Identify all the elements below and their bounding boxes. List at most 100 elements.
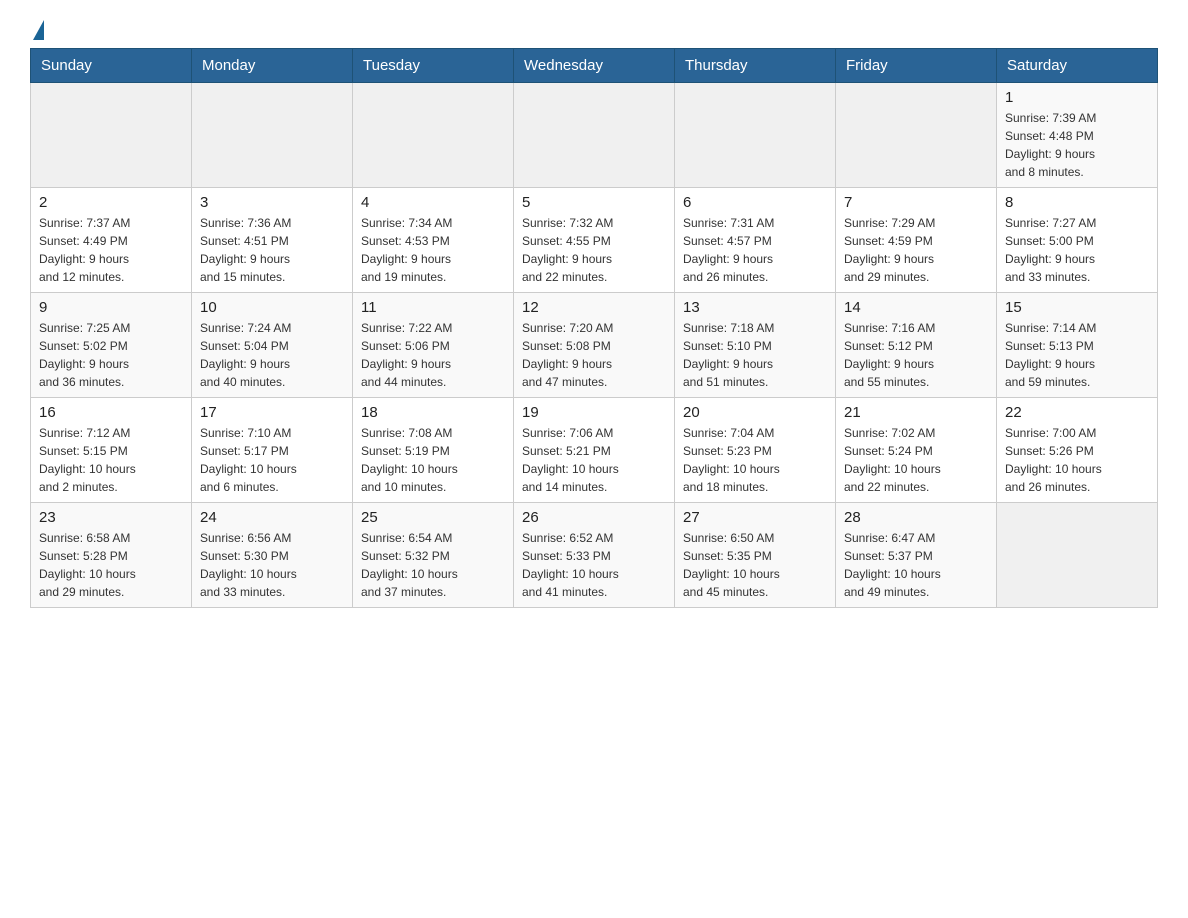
day-number: 24	[200, 509, 344, 526]
day-number: 21	[844, 404, 988, 421]
day-number: 17	[200, 404, 344, 421]
day-number: 26	[522, 509, 666, 526]
day-number: 13	[683, 299, 827, 316]
day-info: Sunrise: 7:27 AM Sunset: 5:00 PM Dayligh…	[1005, 214, 1149, 286]
calendar-cell: 18 Sunrise: 7:08 AM Sunset: 5:19 PM Dayli…	[353, 398, 514, 503]
day-number: 23	[39, 509, 183, 526]
weekday-header-saturday: Saturday	[997, 49, 1158, 83]
calendar-cell: 23 Sunrise: 6:58 AM Sunset: 5:28 PM Dayli…	[31, 503, 192, 608]
day-info: Sunrise: 7:12 AM Sunset: 5:15 PM Dayligh…	[39, 424, 183, 496]
calendar-cell: 6 Sunrise: 7:31 AM Sunset: 4:57 PM Daylig…	[675, 188, 836, 293]
calendar-cell: 22 Sunrise: 7:00 AM Sunset: 5:26 PM Dayli…	[997, 398, 1158, 503]
day-info: Sunrise: 7:20 AM Sunset: 5:08 PM Dayligh…	[522, 319, 666, 391]
logo	[30, 20, 44, 38]
day-info: Sunrise: 7:37 AM Sunset: 4:49 PM Dayligh…	[39, 214, 183, 286]
day-number: 7	[844, 194, 988, 211]
day-info: Sunrise: 6:54 AM Sunset: 5:32 PM Dayligh…	[361, 529, 505, 601]
calendar-week-5: 23 Sunrise: 6:58 AM Sunset: 5:28 PM Dayli…	[31, 503, 1158, 608]
calendar-cell: 4 Sunrise: 7:34 AM Sunset: 4:53 PM Daylig…	[353, 188, 514, 293]
day-number: 2	[39, 194, 183, 211]
calendar-cell: 10 Sunrise: 7:24 AM Sunset: 5:04 PM Dayli…	[192, 293, 353, 398]
calendar-cell: 14 Sunrise: 7:16 AM Sunset: 5:12 PM Dayli…	[836, 293, 997, 398]
day-number: 4	[361, 194, 505, 211]
day-number: 8	[1005, 194, 1149, 211]
calendar-week-2: 2 Sunrise: 7:37 AM Sunset: 4:49 PM Daylig…	[31, 188, 1158, 293]
day-number: 15	[1005, 299, 1149, 316]
day-info: Sunrise: 7:04 AM Sunset: 5:23 PM Dayligh…	[683, 424, 827, 496]
day-info: Sunrise: 7:34 AM Sunset: 4:53 PM Dayligh…	[361, 214, 505, 286]
calendar-table: SundayMondayTuesdayWednesdayThursdayFrid…	[30, 48, 1158, 608]
weekday-header-wednesday: Wednesday	[514, 49, 675, 83]
calendar-cell	[675, 83, 836, 188]
page-header	[30, 20, 1158, 38]
calendar-cell: 27 Sunrise: 6:50 AM Sunset: 5:35 PM Dayli…	[675, 503, 836, 608]
day-number: 25	[361, 509, 505, 526]
calendar-cell	[192, 83, 353, 188]
calendar-cell: 8 Sunrise: 7:27 AM Sunset: 5:00 PM Daylig…	[997, 188, 1158, 293]
day-number: 16	[39, 404, 183, 421]
day-info: Sunrise: 6:52 AM Sunset: 5:33 PM Dayligh…	[522, 529, 666, 601]
calendar-cell: 13 Sunrise: 7:18 AM Sunset: 5:10 PM Dayli…	[675, 293, 836, 398]
calendar-cell	[997, 503, 1158, 608]
day-info: Sunrise: 7:31 AM Sunset: 4:57 PM Dayligh…	[683, 214, 827, 286]
weekday-header-monday: Monday	[192, 49, 353, 83]
weekday-header-sunday: Sunday	[31, 49, 192, 83]
calendar-cell: 11 Sunrise: 7:22 AM Sunset: 5:06 PM Dayli…	[353, 293, 514, 398]
calendar-cell	[514, 83, 675, 188]
calendar-cell: 7 Sunrise: 7:29 AM Sunset: 4:59 PM Daylig…	[836, 188, 997, 293]
day-info: Sunrise: 7:14 AM Sunset: 5:13 PM Dayligh…	[1005, 319, 1149, 391]
day-number: 3	[200, 194, 344, 211]
day-info: Sunrise: 7:32 AM Sunset: 4:55 PM Dayligh…	[522, 214, 666, 286]
weekday-header-tuesday: Tuesday	[353, 49, 514, 83]
day-info: Sunrise: 7:18 AM Sunset: 5:10 PM Dayligh…	[683, 319, 827, 391]
day-number: 22	[1005, 404, 1149, 421]
weekday-header-thursday: Thursday	[675, 49, 836, 83]
day-info: Sunrise: 6:56 AM Sunset: 5:30 PM Dayligh…	[200, 529, 344, 601]
calendar-cell: 17 Sunrise: 7:10 AM Sunset: 5:17 PM Dayli…	[192, 398, 353, 503]
day-info: Sunrise: 7:29 AM Sunset: 4:59 PM Dayligh…	[844, 214, 988, 286]
day-info: Sunrise: 7:22 AM Sunset: 5:06 PM Dayligh…	[361, 319, 505, 391]
day-info: Sunrise: 7:08 AM Sunset: 5:19 PM Dayligh…	[361, 424, 505, 496]
calendar-cell: 25 Sunrise: 6:54 AM Sunset: 5:32 PM Dayli…	[353, 503, 514, 608]
day-number: 9	[39, 299, 183, 316]
day-info: Sunrise: 7:06 AM Sunset: 5:21 PM Dayligh…	[522, 424, 666, 496]
day-number: 14	[844, 299, 988, 316]
day-number: 27	[683, 509, 827, 526]
day-number: 10	[200, 299, 344, 316]
day-number: 12	[522, 299, 666, 316]
calendar-cell: 12 Sunrise: 7:20 AM Sunset: 5:08 PM Dayli…	[514, 293, 675, 398]
day-info: Sunrise: 7:02 AM Sunset: 5:24 PM Dayligh…	[844, 424, 988, 496]
calendar-cell: 21 Sunrise: 7:02 AM Sunset: 5:24 PM Dayli…	[836, 398, 997, 503]
day-number: 19	[522, 404, 666, 421]
calendar-cell: 24 Sunrise: 6:56 AM Sunset: 5:30 PM Dayli…	[192, 503, 353, 608]
day-number: 5	[522, 194, 666, 211]
day-info: Sunrise: 6:50 AM Sunset: 5:35 PM Dayligh…	[683, 529, 827, 601]
day-info: Sunrise: 7:10 AM Sunset: 5:17 PM Dayligh…	[200, 424, 344, 496]
weekday-header-row: SundayMondayTuesdayWednesdayThursdayFrid…	[31, 49, 1158, 83]
day-number: 6	[683, 194, 827, 211]
day-number: 11	[361, 299, 505, 316]
calendar-cell: 28Sunrise: 6:47 AM Sunset: 5:37 PM Dayli…	[836, 503, 997, 608]
calendar-cell	[353, 83, 514, 188]
calendar-cell: 16 Sunrise: 7:12 AM Sunset: 5:15 PM Dayli…	[31, 398, 192, 503]
day-number: 20	[683, 404, 827, 421]
calendar-cell: 19 Sunrise: 7:06 AM Sunset: 5:21 PM Dayli…	[514, 398, 675, 503]
day-number: 18	[361, 404, 505, 421]
calendar-cell: 1 Sunrise: 7:39 AM Sunset: 4:48 PM Daylig…	[997, 83, 1158, 188]
calendar-cell	[836, 83, 997, 188]
day-info: Sunrise: 7:25 AM Sunset: 5:02 PM Dayligh…	[39, 319, 183, 391]
day-info: Sunrise: 7:24 AM Sunset: 5:04 PM Dayligh…	[200, 319, 344, 391]
day-info: Sunrise: 7:16 AM Sunset: 5:12 PM Dayligh…	[844, 319, 988, 391]
calendar-cell	[31, 83, 192, 188]
calendar-cell: 5 Sunrise: 7:32 AM Sunset: 4:55 PM Daylig…	[514, 188, 675, 293]
calendar-cell: 20 Sunrise: 7:04 AM Sunset: 5:23 PM Dayli…	[675, 398, 836, 503]
day-number: 28	[844, 509, 988, 526]
day-info: Sunrise: 7:39 AM Sunset: 4:48 PM Dayligh…	[1005, 109, 1149, 181]
calendar-cell: 3Sunrise: 7:36 AM Sunset: 4:51 PM Daylig…	[192, 188, 353, 293]
calendar-week-1: 1 Sunrise: 7:39 AM Sunset: 4:48 PM Daylig…	[31, 83, 1158, 188]
calendar-cell: 2 Sunrise: 7:37 AM Sunset: 4:49 PM Daylig…	[31, 188, 192, 293]
calendar-cell: 9 Sunrise: 7:25 AM Sunset: 5:02 PM Daylig…	[31, 293, 192, 398]
day-number: 1	[1005, 89, 1149, 106]
day-info: Sunrise: 6:58 AM Sunset: 5:28 PM Dayligh…	[39, 529, 183, 601]
day-info: Sunrise: 7:00 AM Sunset: 5:26 PM Dayligh…	[1005, 424, 1149, 496]
